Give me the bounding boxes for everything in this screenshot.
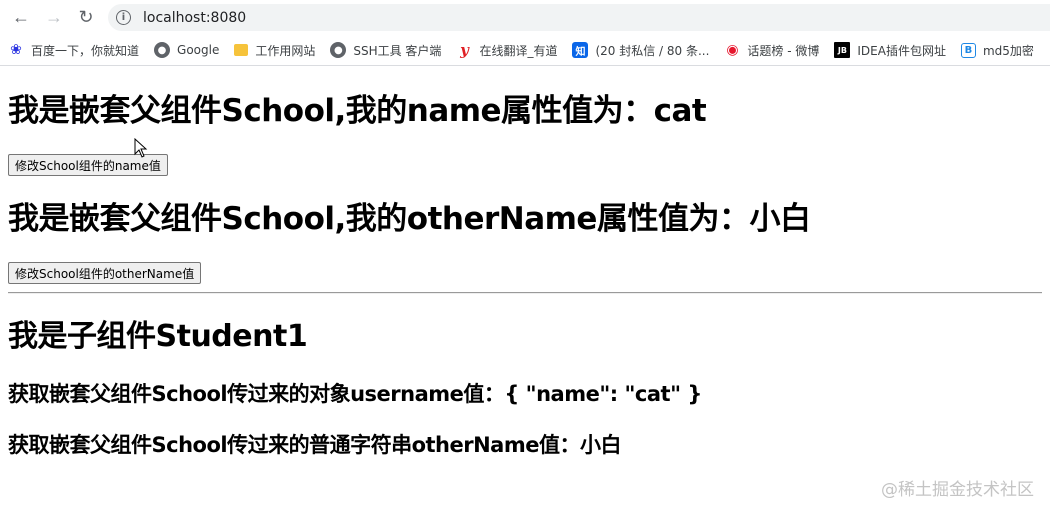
forward-arrow-icon[interactable]: → xyxy=(43,6,65,28)
url-text[interactable]: localhost:8080 xyxy=(143,10,246,26)
browser-toolbar: ← → ↻ i localhost:8080 xyxy=(0,0,1050,35)
bookmark-label: (20 封私信 / 80 条... xyxy=(595,43,710,58)
student-heading: 我是子组件Student1 xyxy=(8,319,308,354)
watermark: @稀土掘金技术社区 xyxy=(881,480,1034,500)
bookmark-label: Google xyxy=(177,43,220,57)
reload-icon[interactable]: ↻ xyxy=(75,6,97,28)
bookmarks-bar: ❀ 百度一下，你就知道 ● Google 工作用网站 ● SSH工具 客户端 y… xyxy=(0,35,1050,66)
back-arrow-icon[interactable]: ← xyxy=(10,6,32,28)
string-value-line: 获取嵌套父组件School传过来的普通字符串otherName值：小白 xyxy=(8,433,621,457)
school-name-heading: 我是嵌套父组件School,我的name属性值为：cat xyxy=(8,93,707,129)
info-icon[interactable]: i xyxy=(116,10,131,25)
bookmark-google[interactable]: ● Google xyxy=(146,37,226,63)
baidu-paw-icon: ❀ xyxy=(10,42,22,58)
bookmark-md5[interactable]: B md5加密 xyxy=(953,37,1041,63)
object-value-line: 获取嵌套父组件School传过来的对象username值：{ "name": "… xyxy=(8,382,702,406)
bookmark-ssh[interactable]: ● SSH工具 客户端 xyxy=(322,37,448,63)
bookmark-label: SSH工具 客户端 xyxy=(353,43,442,58)
bookmark-zhihu[interactable]: 知 (20 封私信 / 80 条... xyxy=(564,37,716,63)
b-icon: B xyxy=(960,42,976,58)
bookmark-label: 话题榜 - 微博 xyxy=(747,43,820,58)
mouse-cursor-icon xyxy=(134,138,148,158)
bookmark-work-sites[interactable]: 工作用网站 xyxy=(226,37,322,63)
bookmark-baidu[interactable]: ❀ 百度一下，你就知道 xyxy=(0,37,146,63)
zhihu-icon: 知 xyxy=(572,42,589,58)
change-othername-button[interactable]: 修改School组件的otherName值 xyxy=(8,262,202,284)
bookmark-idea[interactable]: JB IDEA插件包网址 xyxy=(826,37,953,63)
bookmark-weibo[interactable]: ◉ 话题榜 - 微博 xyxy=(716,37,826,63)
bookmark-label: 工作用网站 xyxy=(255,43,316,58)
divider xyxy=(8,292,1042,294)
bookmark-label: 百度一下，你就知道 xyxy=(31,43,140,58)
bookmark-label: 在线翻译_有道 xyxy=(479,43,558,58)
school-othername-heading: 我是嵌套父组件School,我的otherName属性值为：小白 xyxy=(8,201,811,237)
globe-icon: ● xyxy=(154,42,171,58)
bookmark-label: md5加密 xyxy=(982,43,1034,58)
youdao-icon: y xyxy=(460,41,469,59)
folder-icon xyxy=(234,44,249,56)
weibo-icon: ◉ xyxy=(726,42,739,58)
globe-icon: ● xyxy=(330,42,347,58)
bookmark-label: IDEA插件包网址 xyxy=(857,43,946,58)
address-bar[interactable]: i localhost:8080 xyxy=(108,4,1050,31)
bookmark-youdao[interactable]: y 在线翻译_有道 xyxy=(448,37,564,63)
jetbrains-icon: JB xyxy=(834,42,851,58)
